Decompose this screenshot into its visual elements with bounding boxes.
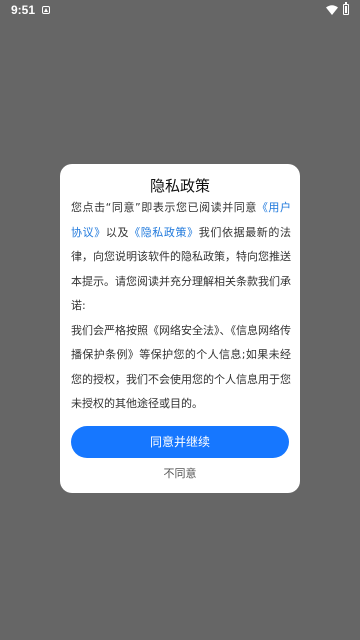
paragraph-1-middle: 以及 [105, 225, 130, 239]
paragraph-1-prefix: 您点击“同意”即表示您已阅读并同意 [71, 201, 257, 214]
notification-icon [42, 6, 50, 14]
privacy-policy-link[interactable]: 《隐私政策》 [129, 226, 199, 239]
dialog-title: 隐私政策 [149, 177, 210, 195]
disagree-button[interactable]: 不同意 [60, 464, 300, 484]
agree-continue-button[interactable]: 同意并继续 [71, 426, 289, 458]
wifi-icon [326, 5, 338, 15]
status-bar: 9:51 [0, 0, 360, 20]
policy-paragraph-1: 您点击“同意”即表示您已阅读并同意《用户协议》以及《隐私政策》我们依据最新的法律… [71, 196, 291, 319]
privacy-policy-dialog: 隐私政策 您点击“同意”即表示您已阅读并同意《用户协议》以及《隐私政策》我们依据… [60, 164, 300, 493]
status-time: 9:51 [11, 3, 36, 17]
battery-icon [343, 2, 349, 15]
dialog-body: 您点击“同意”即表示您已阅读并同意《用户协议》以及《隐私政策》我们依据最新的法律… [71, 196, 291, 417]
policy-paragraph-2: 我们会严格按照《网络安全法》、《信息网络传播保护条例》等保护您的个人信息;如果未… [71, 323, 291, 411]
